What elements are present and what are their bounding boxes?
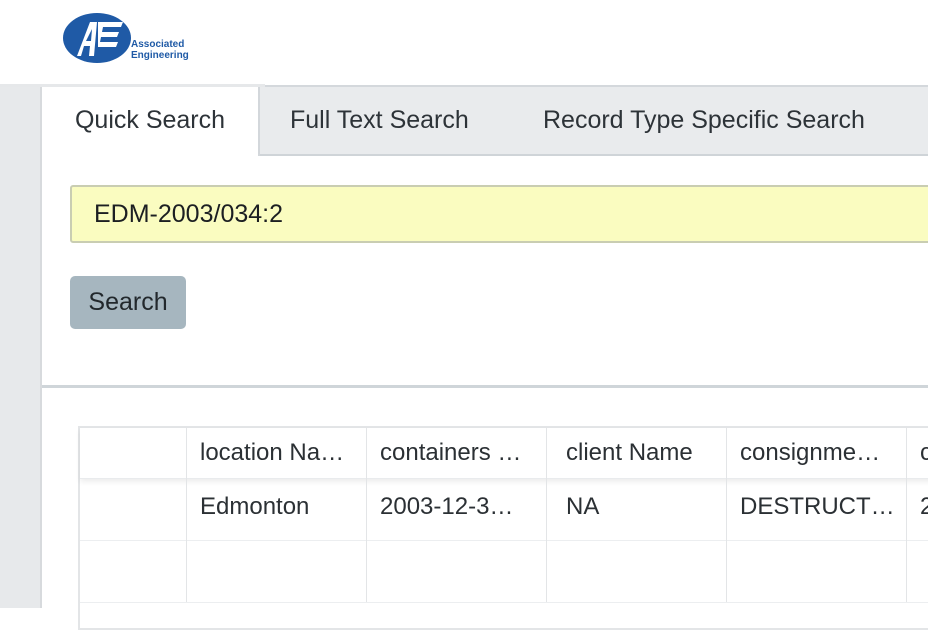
column-header-consignment[interactable]: consignme… — [727, 428, 907, 478]
tab-full-text-search[interactable]: Full Text Search — [290, 87, 469, 154]
row-select-cell[interactable] — [80, 478, 187, 540]
grid-header-row: location Na… containers … client Name co… — [80, 428, 928, 479]
cell-next — [907, 540, 928, 602]
cell-client-name — [547, 540, 727, 602]
cell-client-name: NA — [547, 478, 727, 540]
logo-line-2: Engineering — [131, 50, 189, 61]
search-tabs: Quick Search Full Text Search Record Typ… — [42, 87, 928, 156]
search-input[interactable] — [70, 185, 928, 243]
cell-consignment — [727, 540, 907, 602]
column-header-select[interactable] — [80, 428, 187, 478]
column-header-client-name[interactable]: client Name — [547, 428, 727, 478]
tab-record-type-specific-search[interactable]: Record Type Specific Search — [543, 87, 865, 154]
cell-next: 2 — [907, 478, 928, 540]
table-row[interactable]: Edmonton 2003-12-3… NA DESTRUCT… 2 — [80, 478, 928, 541]
cell-location-name — [187, 540, 367, 602]
table-row[interactable] — [80, 540, 928, 603]
cell-location-name: Edmonton — [187, 478, 367, 540]
results-grid: location Na… containers … client Name co… — [78, 426, 928, 630]
column-header-next[interactable]: c — [907, 428, 928, 478]
logo-line-1: Associated — [131, 39, 185, 50]
cell-containers: 2003-12-3… — [367, 478, 547, 540]
cell-containers — [367, 540, 547, 602]
search-button[interactable]: Search — [70, 276, 186, 329]
logo-text: Associated Engineering — [131, 39, 189, 61]
column-header-containers[interactable]: containers … — [367, 428, 547, 478]
logo-mark-icon — [63, 13, 131, 63]
tab-quick-search[interactable]: Quick Search — [42, 87, 260, 156]
column-header-location-name[interactable]: location Na… — [187, 428, 367, 478]
quick-search-panel: Search — [42, 156, 928, 388]
results-area: location Na… containers … client Name co… — [42, 388, 928, 630]
associated-engineering-logo[interactable]: Associated Engineering — [63, 9, 193, 69]
left-sidebar-rail — [0, 87, 42, 608]
row-select-cell[interactable] — [80, 540, 187, 602]
app-header: Associated Engineering — [0, 0, 928, 87]
cell-consignment: DESTRUCT… — [727, 478, 907, 540]
